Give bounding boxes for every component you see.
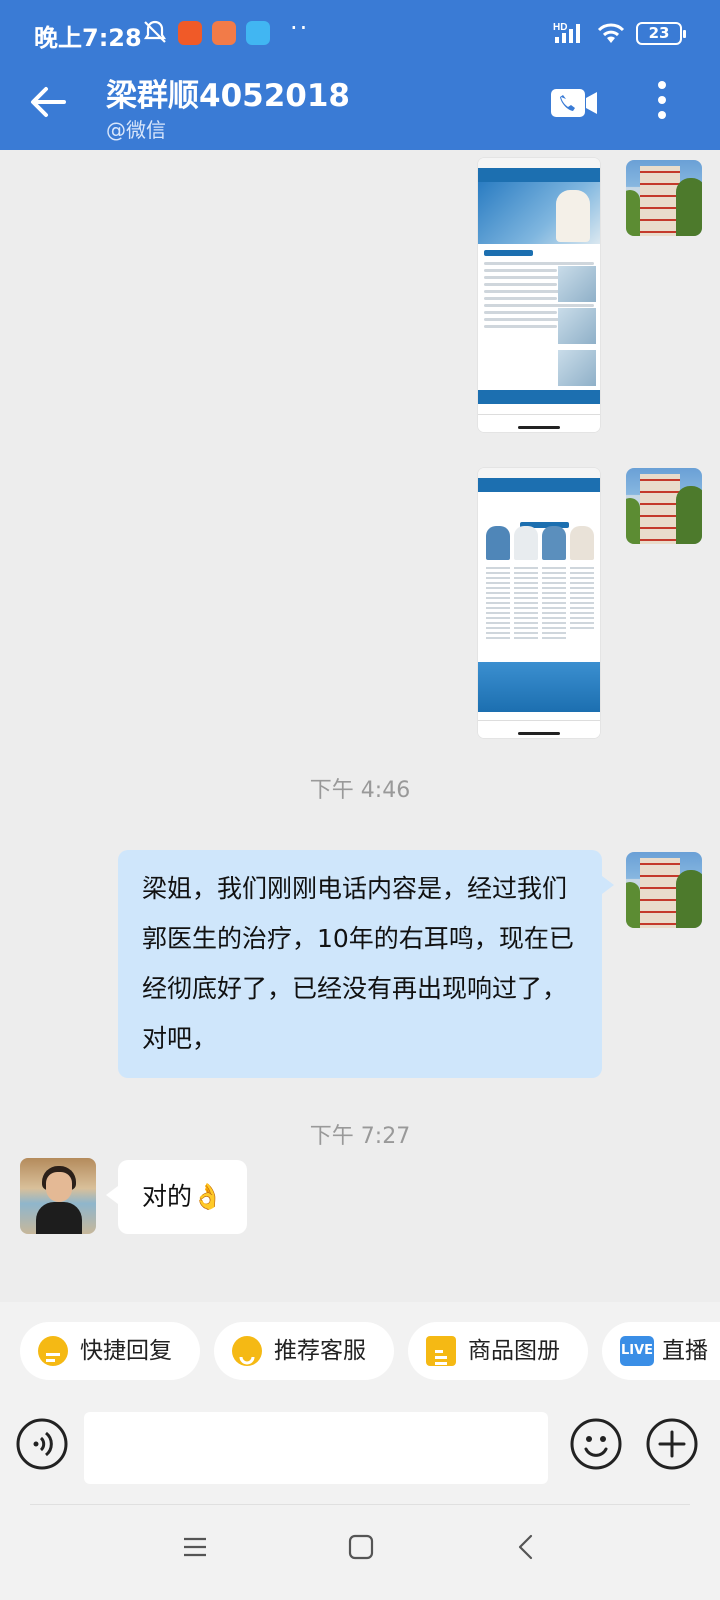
voice-input-icon[interactable] [16, 1418, 68, 1474]
app-icon-3 [246, 21, 270, 45]
wifi-icon [596, 21, 626, 49]
message-timestamp: 下午 4:46 [309, 778, 411, 803]
battery-indicator: 23 [636, 22, 686, 45]
contact-source: @微信 [106, 118, 166, 142]
back-arrow-icon[interactable] [28, 82, 68, 126]
self-avatar[interactable] [626, 852, 702, 928]
quick-reply-icon [38, 1336, 68, 1366]
svg-text:HD: HD [553, 22, 567, 33]
top-bar: 晚上7:28 ·· HD 23 梁群顺4052018 @微信 [0, 0, 720, 150]
self-avatar[interactable] [626, 468, 702, 544]
image-message-1[interactable] [478, 158, 600, 432]
more-options-icon[interactable] [658, 80, 666, 124]
add-attachment-icon[interactable] [646, 1418, 698, 1474]
home-icon[interactable] [348, 1534, 374, 1564]
system-navigation-bar [0, 1504, 720, 1600]
chip-label: 商品图册 [468, 1338, 560, 1364]
image-message-2[interactable] [478, 468, 600, 738]
chat-area: 下午 4:46 梁姐，我们刚刚电话内容是，经过我们郭医生的治疗，10年的右耳鸣，… [0, 150, 720, 1302]
back-icon[interactable] [516, 1534, 536, 1564]
status-bar: 晚上7:28 ·· HD 23 [0, 0, 720, 64]
message-timestamp: 下午 7:27 [309, 1124, 411, 1149]
chat-header: 梁群顺4052018 @微信 [0, 64, 720, 150]
status-time: 晚上7:28 [34, 24, 142, 52]
recent-apps-icon[interactable] [182, 1534, 208, 1564]
service-icon [232, 1336, 262, 1366]
chip-label: 推荐客服 [274, 1338, 366, 1364]
product-catalog-chip[interactable]: 商品图册 [408, 1322, 588, 1380]
input-bar [0, 1384, 720, 1504]
quick-action-bar: 快捷回复 推荐客服 商品图册 LIVE 直播 [0, 1302, 720, 1384]
video-call-icon[interactable] [550, 86, 598, 124]
contact-avatar[interactable] [20, 1158, 96, 1234]
chip-label: 快捷回复 [80, 1338, 172, 1364]
message-input[interactable] [84, 1412, 548, 1484]
chip-label: 直播 [662, 1338, 708, 1364]
mute-bell-icon [142, 19, 168, 49]
signal-icon: HD [553, 20, 587, 48]
sent-message-bubble[interactable]: 梁姐，我们刚刚电话内容是，经过我们郭医生的治疗，10年的右耳鸣，现在已经彻底好了… [118, 850, 614, 1078]
self-avatar[interactable] [626, 160, 702, 236]
status-more-dots: ·· [290, 14, 310, 42]
catalog-icon [426, 1336, 456, 1366]
quick-reply-chip[interactable]: 快捷回复 [20, 1322, 200, 1380]
recommend-service-chip[interactable]: 推荐客服 [214, 1322, 394, 1380]
live-stream-chip[interactable]: LIVE 直播 [602, 1322, 720, 1380]
live-icon: LIVE [620, 1336, 654, 1366]
app-icon-1 [178, 21, 202, 45]
received-message-bubble[interactable]: 对的👌 [105, 1160, 248, 1234]
contact-name: 梁群顺4052018 [106, 78, 350, 114]
app-icon-2 [212, 21, 236, 45]
emoji-icon[interactable] [570, 1418, 622, 1474]
